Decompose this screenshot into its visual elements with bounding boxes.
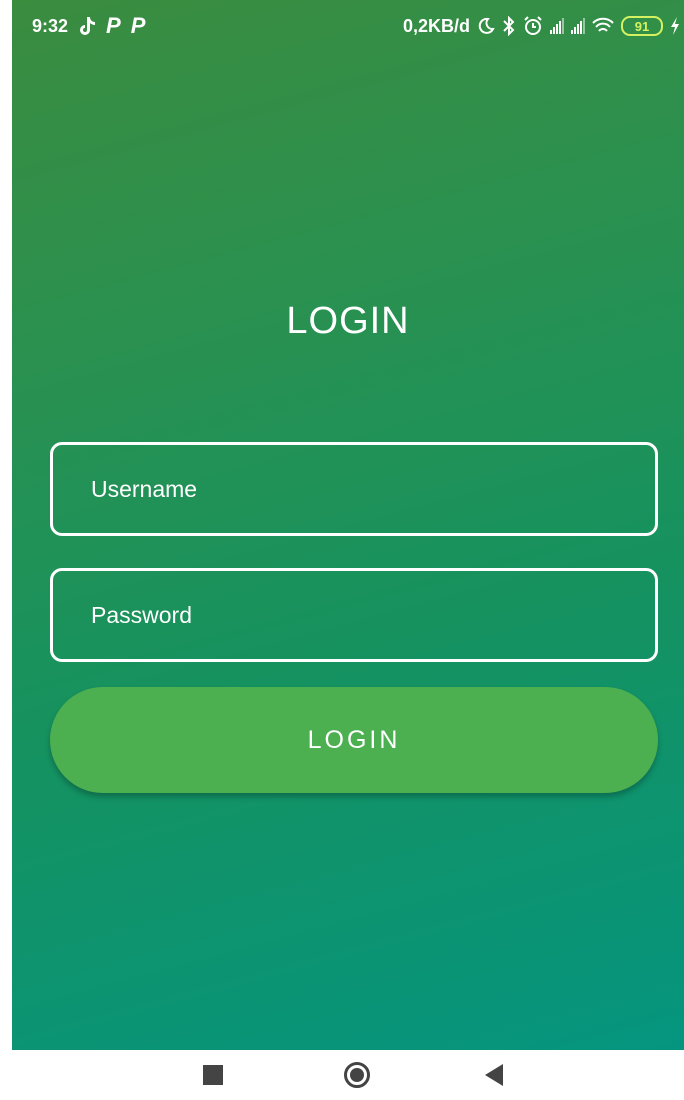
password-input[interactable]: [91, 601, 655, 629]
p-app-icon: P: [106, 13, 121, 38]
back-icon: [485, 1064, 503, 1086]
moon-icon: [477, 17, 495, 35]
status-bar: 9:32 P P 0,2KB/d 91: [12, 0, 684, 52]
home-button[interactable]: [327, 1050, 387, 1100]
login-screen: 9:32 P P 0,2KB/d 91 LOGIN Username LOGIN: [12, 0, 684, 1050]
status-left: 9:32 P P: [32, 15, 145, 37]
battery-icon: 91: [621, 16, 663, 36]
wifi-icon: [592, 17, 614, 35]
recent-apps-button[interactable]: [183, 1050, 243, 1100]
alarm-icon: [523, 16, 543, 36]
navigation-bar: [0, 1050, 684, 1100]
login-button[interactable]: LOGIN: [50, 687, 658, 793]
username-field[interactable]: [50, 442, 658, 536]
page-title: LOGIN: [286, 300, 410, 342]
charging-icon: [670, 17, 680, 35]
battery-level: 91: [634, 18, 650, 34]
signal-icon: [571, 18, 585, 34]
network-speed: 0,2KB/d: [402, 15, 470, 36]
back-button[interactable]: [464, 1050, 524, 1100]
home-icon: [344, 1062, 370, 1088]
signal-icon: [550, 18, 564, 34]
username-input[interactable]: [91, 475, 655, 503]
password-field[interactable]: [50, 568, 658, 662]
recent-apps-icon: [203, 1065, 223, 1085]
tiktok-icon: [78, 16, 96, 36]
p-app-icon: P: [130, 13, 146, 38]
status-right: 0,2KB/d 91: [403, 16, 680, 37]
status-time: 9:32: [32, 15, 69, 36]
bluetooth-icon: [502, 16, 516, 36]
